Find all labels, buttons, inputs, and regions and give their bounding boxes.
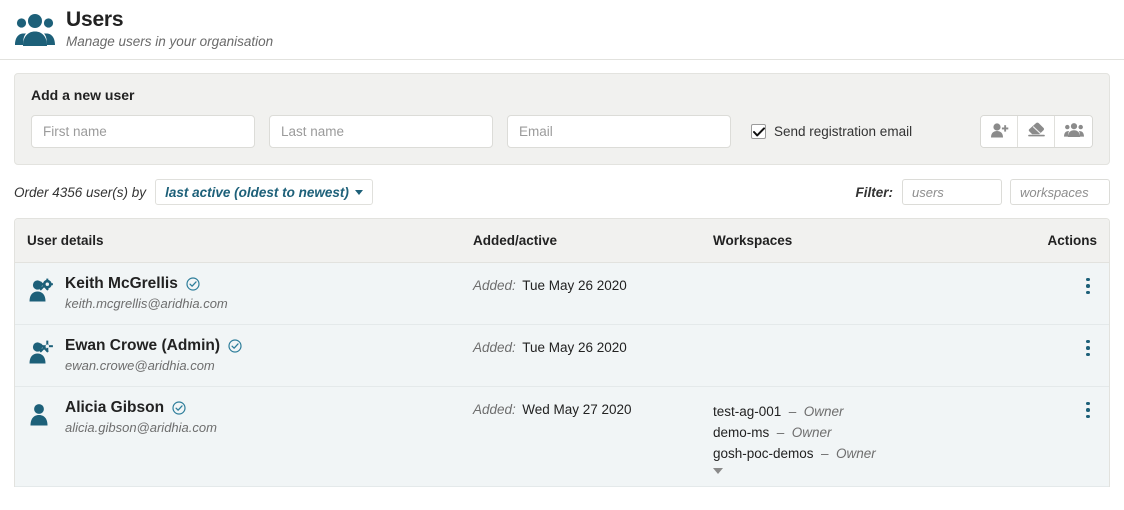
workspace-separator: – [788, 404, 797, 419]
users-group-icon [1063, 122, 1084, 141]
user-email: alicia.gibson@aridhia.com [65, 420, 217, 435]
user-email: ewan.crowe@aridhia.com [65, 358, 215, 373]
row-actions-menu-icon[interactable] [1079, 338, 1097, 358]
workspaces-cell [713, 275, 1015, 312]
last-name-input[interactable] [269, 115, 493, 148]
column-header-user-details: User details [27, 233, 104, 248]
user-icon [27, 399, 55, 433]
actions-cell [1015, 275, 1097, 312]
checkbox-box[interactable] [751, 124, 766, 139]
added-value: Tue May 26 2020 [522, 278, 627, 293]
filter-users-input[interactable] [902, 179, 1002, 205]
table-header-row: User details Added/active Workspaces Act… [15, 219, 1109, 263]
add-new-user-form: Send registration email [31, 115, 1093, 148]
verified-badge-icon [186, 277, 200, 291]
workspace-separator: – [821, 446, 829, 461]
user-cog-icon [27, 337, 55, 371]
user-details-cell: Alicia Gibson alicia.gibson@aridhia.com [27, 399, 473, 474]
users-group-icon [14, 10, 56, 50]
page-header-text: Users Manage users in your organisation [66, 7, 274, 51]
check-icon [752, 126, 765, 136]
user-name: Ewan Crowe (Admin) [65, 337, 221, 354]
added-active-cell: Added: Wed May 27 2020 [473, 399, 713, 474]
user-name: Keith McGrellis [65, 275, 178, 292]
user-details-cell: Keith McGrellis keith.mcgrellis@aridhia.… [27, 275, 473, 312]
send-registration-email-label: Send registration email [774, 124, 913, 139]
added-active-cell: Added: Tue May 26 2020 [473, 337, 713, 374]
verified-badge-icon [228, 339, 242, 353]
bulk-add-users-button[interactable] [1055, 116, 1092, 147]
workspace-item[interactable]: test-ag-001 – Owner [713, 401, 1015, 422]
added-active-cell: Added: Tue May 26 2020 [473, 275, 713, 312]
filter-label: Filter: [855, 184, 893, 200]
workspace-role: Owner [835, 446, 876, 461]
page-content: Add a new user Send registration email [0, 73, 1124, 487]
workspace-item[interactable]: gosh-poc-demos – Owner [713, 443, 1015, 464]
user-identity: Ewan Crowe (Admin) ewan.crowe@aridhia.co… [65, 337, 242, 374]
expand-workspaces-chevron-down-icon[interactable] [713, 468, 723, 474]
user-name-line: Ewan Crowe (Admin) [65, 337, 242, 355]
column-header-added-active: Added/active [473, 233, 558, 248]
added-label: Added: [473, 278, 516, 293]
chevron-down-icon [354, 189, 363, 195]
table-row[interactable]: Ewan Crowe (Admin) ewan.crowe@aridhia.co… [15, 325, 1109, 387]
page-title: Users [66, 7, 124, 31]
user-name: Alicia Gibson [65, 399, 165, 416]
workspace-role: Owner [803, 404, 844, 419]
order-count-label: Order 4356 user(s) by [14, 184, 147, 200]
table-row[interactable]: Keith McGrellis keith.mcgrellis@aridhia.… [15, 263, 1109, 325]
workspace-name: demo-ms [713, 425, 770, 440]
added-value: Tue May 26 2020 [522, 340, 627, 355]
row-actions-menu-icon[interactable] [1079, 400, 1097, 420]
user-name-line: Alicia Gibson [65, 399, 217, 417]
user-identity: Keith McGrellis keith.mcgrellis@aridhia.… [65, 275, 228, 312]
users-table: User details Added/active Workspaces Act… [14, 218, 1110, 487]
actions-cell [1015, 399, 1097, 474]
workspaces-cell [713, 337, 1015, 374]
add-user-button[interactable] [981, 116, 1018, 147]
sort-order-value: last active (oldest to newest) [165, 184, 349, 200]
user-details-cell: Ewan Crowe (Admin) ewan.crowe@aridhia.co… [27, 337, 473, 374]
added-label: Added: [473, 402, 516, 417]
eraser-icon [1027, 122, 1045, 141]
workspace-role: Owner [791, 425, 832, 440]
email-input[interactable] [507, 115, 731, 148]
filter-controls: Filter: [855, 179, 1110, 205]
user-name-line: Keith McGrellis [65, 275, 228, 293]
page-subtitle: Manage users in your organisation [66, 33, 274, 49]
page-header: Users Manage users in your organisation [0, 0, 1124, 60]
actions-cell [1015, 337, 1097, 374]
verified-badge-icon [172, 401, 186, 415]
row-actions-menu-icon[interactable] [1079, 276, 1097, 296]
add-user-button-group [980, 115, 1093, 148]
workspace-separator: – [776, 425, 785, 440]
add-new-user-title: Add a new user [31, 87, 135, 103]
user-identity: Alicia Gibson alicia.gibson@aridhia.com [65, 399, 217, 436]
user-cog-icon [27, 275, 55, 309]
added-value: Wed May 27 2020 [522, 402, 632, 417]
add-new-user-panel: Add a new user Send registration email [14, 73, 1110, 165]
column-header-workspaces: Workspaces [713, 233, 793, 248]
first-name-input[interactable] [31, 115, 255, 148]
filter-workspaces-input[interactable] [1010, 179, 1110, 205]
workspace-name: test-ag-001 [713, 404, 782, 419]
user-email: keith.mcgrellis@aridhia.com [65, 296, 228, 311]
workspaces-cell: test-ag-001 – Owner demo-ms – Owner gosh… [713, 399, 1015, 474]
added-label: Added: [473, 340, 516, 355]
clear-form-button[interactable] [1018, 116, 1055, 147]
workspace-name: gosh-poc-demos [713, 446, 814, 461]
workspace-item[interactable]: demo-ms – Owner [713, 422, 1015, 443]
send-registration-email-checkbox[interactable]: Send registration email [751, 124, 912, 139]
sort-order-dropdown[interactable]: last active (oldest to newest) [155, 179, 373, 205]
user-plus-icon [990, 122, 1009, 142]
order-filter-bar: Order 4356 user(s) by last active (oldes… [14, 178, 1110, 206]
table-row[interactable]: Alicia Gibson alicia.gibson@aridhia.com … [15, 387, 1109, 487]
column-header-actions: Actions [1047, 233, 1097, 248]
